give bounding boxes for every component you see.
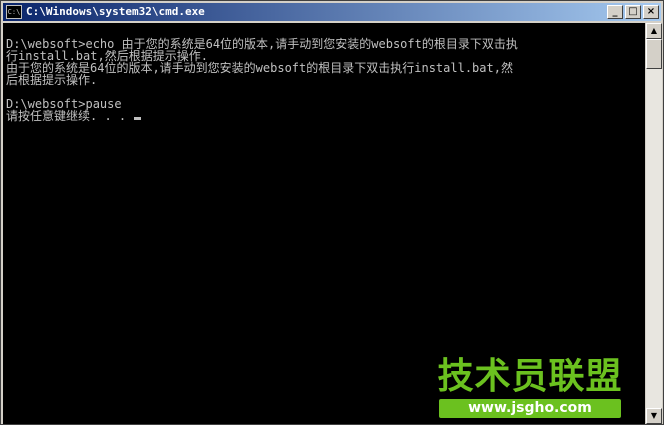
console-text: D:\websoft>echo 由于您的系统是64位的版本,请手动到您安装的we… bbox=[6, 38, 518, 122]
cmd-app-icon[interactable]: C:\ bbox=[6, 5, 22, 19]
console-line: 请按任意键继续. . . bbox=[6, 109, 134, 123]
vertical-scrollbar[interactable]: ▲ ▼ bbox=[646, 23, 662, 424]
close-button[interactable]: × bbox=[643, 5, 659, 19]
window-title: C:\Windows\system32\cmd.exe bbox=[26, 5, 205, 18]
scroll-down-arrow-icon[interactable]: ▼ bbox=[646, 408, 662, 424]
maximize-button[interactable]: □ bbox=[625, 5, 641, 19]
console-line: 后根据提示操作. bbox=[6, 73, 98, 87]
watermark-logo: 技术员联盟 bbox=[437, 356, 623, 397]
watermark: 技术员联盟 www.jsgho.com bbox=[435, 356, 625, 420]
scroll-thumb[interactable] bbox=[646, 39, 662, 69]
scroll-up-arrow-icon[interactable]: ▲ bbox=[646, 23, 662, 39]
title-bar[interactable]: C:\ C:\Windows\system32\cmd.exe _ □ × bbox=[3, 3, 661, 21]
cmd-window: C:\ C:\Windows\system32\cmd.exe _ □ × D:… bbox=[0, 0, 664, 425]
minimize-button[interactable]: _ bbox=[607, 5, 623, 19]
text-cursor bbox=[134, 117, 142, 120]
watermark-url: www.jsgho.com bbox=[439, 399, 621, 418]
